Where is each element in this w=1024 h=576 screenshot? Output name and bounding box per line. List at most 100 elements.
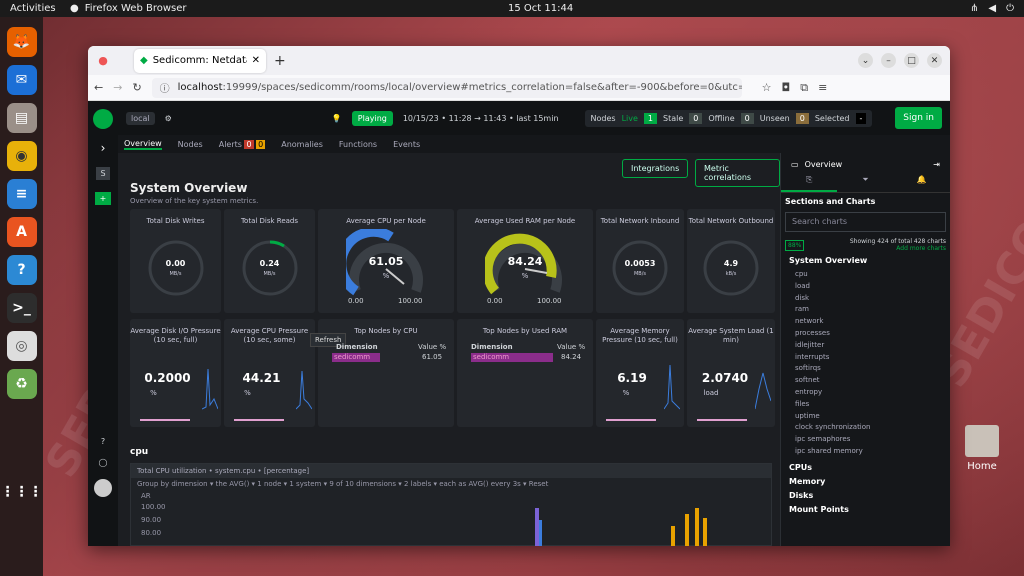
forward-button[interactable]: → bbox=[113, 81, 122, 94]
firefox-dock-icon[interactable]: 🦊 bbox=[6, 27, 37, 57]
settings-icon[interactable]: ⚙ bbox=[165, 114, 172, 123]
sign-in-button[interactable]: Sign in bbox=[895, 107, 942, 129]
avg-ram-card[interactable]: Average Used RAM per Node 84.24 % 0.00 1… bbox=[457, 209, 593, 313]
disk-reads-card[interactable]: Total Disk Reads 0.24 MB/s bbox=[224, 209, 315, 313]
system-load-card[interactable]: Average System Load (1 min) 2.0740 load bbox=[687, 319, 775, 427]
firefox-view-icon[interactable]: ● bbox=[88, 54, 118, 67]
sidebar-item-cpu[interactable]: cpu bbox=[795, 269, 950, 281]
clock[interactable]: 15 Oct 11:44 bbox=[508, 3, 573, 14]
close-window-button[interactable]: ✕ bbox=[927, 53, 942, 68]
disk-pressure-card[interactable]: Average Disk I/O Pressure (10 sec, full)… bbox=[130, 319, 221, 427]
trash-dock-icon[interactable]: ♻ bbox=[6, 369, 37, 399]
top-nodes-ram-card[interactable]: Top Nodes by Used RAM Dimension Value % … bbox=[457, 319, 593, 427]
show-apps-icon[interactable]: ⋮⋮⋮ bbox=[1, 477, 43, 507]
sidebar-heading-system-overview[interactable]: System Overview bbox=[789, 256, 950, 265]
tab-anomalies[interactable]: Anomalies bbox=[281, 140, 323, 149]
minimize-button[interactable]: – bbox=[881, 53, 896, 68]
sidebar-item-disk[interactable]: disk bbox=[795, 293, 950, 305]
top-node-bar[interactable]: sedicomm bbox=[332, 353, 380, 362]
top-node-value: 84.24 bbox=[561, 353, 582, 361]
back-button[interactable]: ← bbox=[94, 81, 103, 94]
files-dock-icon[interactable]: ▤ bbox=[6, 103, 37, 133]
cpu-chart[interactable]: Total CPU utilization • system.cpu • [pe… bbox=[130, 463, 772, 546]
reload-button[interactable]: ↻ bbox=[132, 81, 141, 94]
add-more-link[interactable]: Add more charts bbox=[896, 245, 946, 252]
help-icon[interactable]: ? bbox=[101, 437, 105, 446]
tab-events[interactable]: Events bbox=[393, 140, 420, 149]
chart-controls[interactable]: Group by dimension ▾ the AVG() ▾ 1 node … bbox=[131, 478, 771, 490]
alerts-tab-icon[interactable]: 🔔 bbox=[894, 175, 950, 192]
net-inbound-card[interactable]: Total Network Inbound 0.0053 MB/s bbox=[596, 209, 684, 313]
card-title: Total Network Outbound bbox=[688, 217, 774, 225]
top-node-bar[interactable]: sedicomm bbox=[471, 353, 553, 362]
room-selector[interactable]: local bbox=[126, 111, 155, 125]
sidebar-item-load[interactable]: load bbox=[795, 281, 950, 293]
disk-writes-card[interactable]: Total Disk Writes 0.00 MB/s bbox=[130, 209, 221, 313]
avg-cpu-card[interactable]: Average CPU per Node 61.05 % 0.00 100.00 bbox=[318, 209, 454, 313]
integrations-button[interactable]: Integrations bbox=[622, 159, 689, 178]
site-info-icon[interactable]: ⓘ bbox=[160, 80, 170, 95]
cpu-pressure-card[interactable]: Average CPU Pressure (10 sec, some) 44.2… bbox=[224, 319, 315, 427]
sidebar-item-ram[interactable]: ram bbox=[795, 304, 950, 316]
playing-button[interactable]: Playing bbox=[351, 110, 393, 126]
sidebar-item-clock-synchronization[interactable]: clock synchronization bbox=[795, 422, 950, 434]
help-dock-icon[interactable]: ? bbox=[6, 255, 37, 285]
tab-nodes[interactable]: Nodes bbox=[178, 140, 203, 149]
url-bar[interactable]: ⓘ localhost:19999/spaces/sedicomm/rooms/… bbox=[151, 77, 742, 98]
system-tray[interactable]: ⋔ ◀ ⏻ bbox=[970, 3, 1014, 14]
sidebar-group-mount-points[interactable]: Mount Points bbox=[789, 505, 950, 514]
memory-pressure-card[interactable]: Average Memory Pressure (10 sec, full) 6… bbox=[596, 319, 684, 427]
net-outbound-card[interactable]: Total Network Outbound 4.9 kB/s bbox=[687, 209, 775, 313]
browser-tab[interactable]: ◆ Sedicomm: Netdata Agen ✕ bbox=[134, 48, 266, 73]
top-nodes-cpu-card[interactable]: Top Nodes by CPU Refresh Dimension Value… bbox=[310, 319, 454, 427]
pocket-icon[interactable]: ◘ bbox=[782, 81, 791, 94]
expand-sidebar-icon[interactable]: › bbox=[101, 141, 106, 155]
menu-icon[interactable]: ≡ bbox=[818, 81, 827, 94]
avatar[interactable] bbox=[94, 479, 112, 497]
add-space-button[interactable]: + bbox=[94, 192, 112, 205]
sidebar-group-memory[interactable]: Memory bbox=[789, 477, 950, 486]
new-tab-button[interactable]: + bbox=[274, 53, 286, 69]
home-desktop-icon[interactable]: Home bbox=[962, 425, 1002, 472]
software-dock-icon[interactable]: A bbox=[6, 217, 37, 247]
activities-button[interactable]: Activities bbox=[10, 3, 56, 14]
metric-correlations-button[interactable]: Metric correlations bbox=[695, 159, 780, 187]
rhythmbox-dock-icon[interactable]: ◉ bbox=[6, 141, 37, 171]
sidebar-item-files[interactable]: files bbox=[795, 399, 950, 411]
sidebar-item-interrupts[interactable]: interrupts bbox=[795, 352, 950, 364]
extensions-icon[interactable]: ⧉ bbox=[800, 81, 808, 95]
tab-overview[interactable]: Overview bbox=[124, 139, 162, 150]
sidebar-group-disks[interactable]: Disks bbox=[789, 491, 950, 500]
terminal-dock-icon[interactable]: >_ bbox=[6, 293, 37, 323]
time-range[interactable]: 10/15/23 • 11:28 → 11:43 • last 15min bbox=[403, 114, 559, 123]
sidebar-item-softnet[interactable]: softnet bbox=[795, 375, 950, 387]
maximize-button[interactable]: □ bbox=[904, 53, 919, 68]
sidebar-item-ipc-semaphores[interactable]: ipc semaphores bbox=[795, 434, 950, 446]
netdata-logo[interactable] bbox=[93, 109, 113, 129]
alert-bulb-icon[interactable]: 💡 bbox=[332, 114, 342, 123]
tab-functions[interactable]: Functions bbox=[339, 140, 377, 149]
filter-tab-icon[interactable]: ⏷ bbox=[837, 175, 893, 192]
close-tab-icon[interactable]: ✕ bbox=[252, 55, 260, 66]
tab-list-icon[interactable]: ⌄ bbox=[858, 53, 873, 68]
sidebar-item-softirqs[interactable]: softirqs bbox=[795, 363, 950, 375]
tab-alerts[interactable]: Alerts 0 0 bbox=[219, 139, 266, 149]
nodes-status[interactable]: Nodes Live 1 Stale 0 Offline 0 Unseen 0 … bbox=[584, 109, 873, 127]
thunderbird-dock-icon[interactable]: ✉ bbox=[6, 65, 37, 95]
dvd-dock-icon[interactable]: ◎ bbox=[6, 331, 37, 361]
sidebar-item-entropy[interactable]: entropy bbox=[795, 387, 950, 399]
writer-dock-icon[interactable]: ≡ bbox=[6, 179, 37, 209]
sidebar-item-network[interactable]: network bbox=[795, 316, 950, 328]
sidebar-item-idlejitter[interactable]: idlejitter bbox=[795, 340, 950, 352]
sidebar-group-cpus[interactable]: CPUs bbox=[789, 463, 950, 472]
status-icon[interactable]: ◯ bbox=[99, 458, 108, 467]
active-app-indicator[interactable]: ● Firefox Web Browser bbox=[70, 3, 187, 14]
search-charts-input[interactable]: Search charts bbox=[785, 212, 946, 232]
space-icon[interactable]: S bbox=[96, 167, 110, 180]
sidebar-item-ipc-shared-memory[interactable]: ipc shared memory bbox=[795, 446, 950, 458]
charts-tab-icon[interactable]: ⎘ bbox=[781, 175, 838, 192]
bookmark-star-icon[interactable]: ☆ bbox=[762, 81, 772, 94]
sidebar-item-processes[interactable]: processes bbox=[795, 328, 950, 340]
collapse-panel-icon[interactable]: ⇥ bbox=[933, 160, 940, 169]
sidebar-item-uptime[interactable]: uptime bbox=[795, 411, 950, 423]
